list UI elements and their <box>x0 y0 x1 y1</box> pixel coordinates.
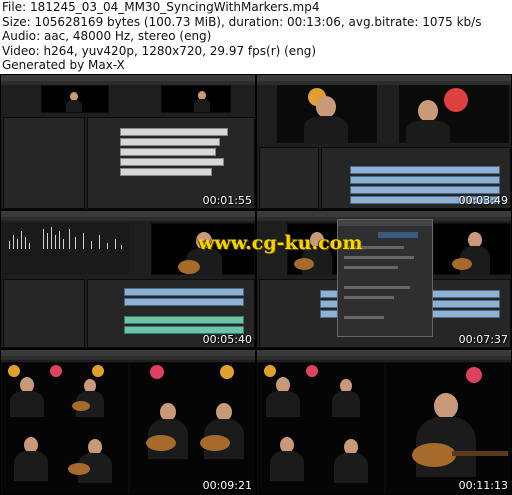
thumbnail-3[interactable]: 00:05:40 <box>0 210 256 349</box>
timestamp: 00:03:49 <box>458 194 508 207</box>
audio-info-line: Audio: aac, 48000 Hz, stereo (eng) <box>2 29 212 43</box>
timestamp: 00:11:13 <box>458 479 508 492</box>
timestamp: 00:05:40 <box>202 333 252 346</box>
program-monitor <box>129 362 255 494</box>
generated-by-line: Generated by Max-X <box>2 58 125 72</box>
thumbnail-5[interactable]: 00:09:21 <box>0 349 256 495</box>
program-monitor <box>399 85 509 144</box>
thumbnail-6[interactable]: 00:11:13 <box>256 349 512 495</box>
thumbnail-1[interactable]: 00:01:55 <box>0 74 256 210</box>
file-info-header: File: 181245_03_04_MM30_SyncingWithMarke… <box>2 0 510 73</box>
file-name-line: File: 181245_03_04_MM30_SyncingWithMarke… <box>2 0 320 14</box>
project-panel <box>3 117 85 209</box>
thumbnail-4[interactable]: 00:07:37 <box>256 210 512 349</box>
file-size-line: Size: 105628169 bytes (100.73 MiB), dura… <box>2 14 482 29</box>
audio-waveform <box>3 223 129 275</box>
video-info-line: Video: h264, yuv420p, 1280x720, 29.97 fp… <box>2 43 317 58</box>
multicam-source-monitor <box>1 362 129 494</box>
source-monitor <box>41 85 109 113</box>
thumbnail-2[interactable]: 00:03:49 <box>256 74 512 210</box>
source-monitor <box>277 85 377 144</box>
program-monitor <box>161 85 231 113</box>
project-panel <box>3 279 85 348</box>
app-menu-bar <box>257 356 511 360</box>
app-menu-bar <box>1 217 255 221</box>
app-menu-bar <box>1 356 255 360</box>
timestamp: 00:09:21 <box>202 479 252 492</box>
watermark-text: www.cg-ku.com <box>198 232 363 254</box>
timestamp: 00:07:37 <box>458 333 508 346</box>
program-monitor <box>433 223 511 276</box>
program-monitor <box>385 362 511 494</box>
timestamp: 00:01:55 <box>202 194 252 207</box>
thumbnail-grid: 00:01:55 00:03:49 00:05:40 00:07:37 00:0… <box>0 74 512 495</box>
multicam-source-monitor <box>257 362 385 494</box>
project-panel <box>259 147 319 209</box>
